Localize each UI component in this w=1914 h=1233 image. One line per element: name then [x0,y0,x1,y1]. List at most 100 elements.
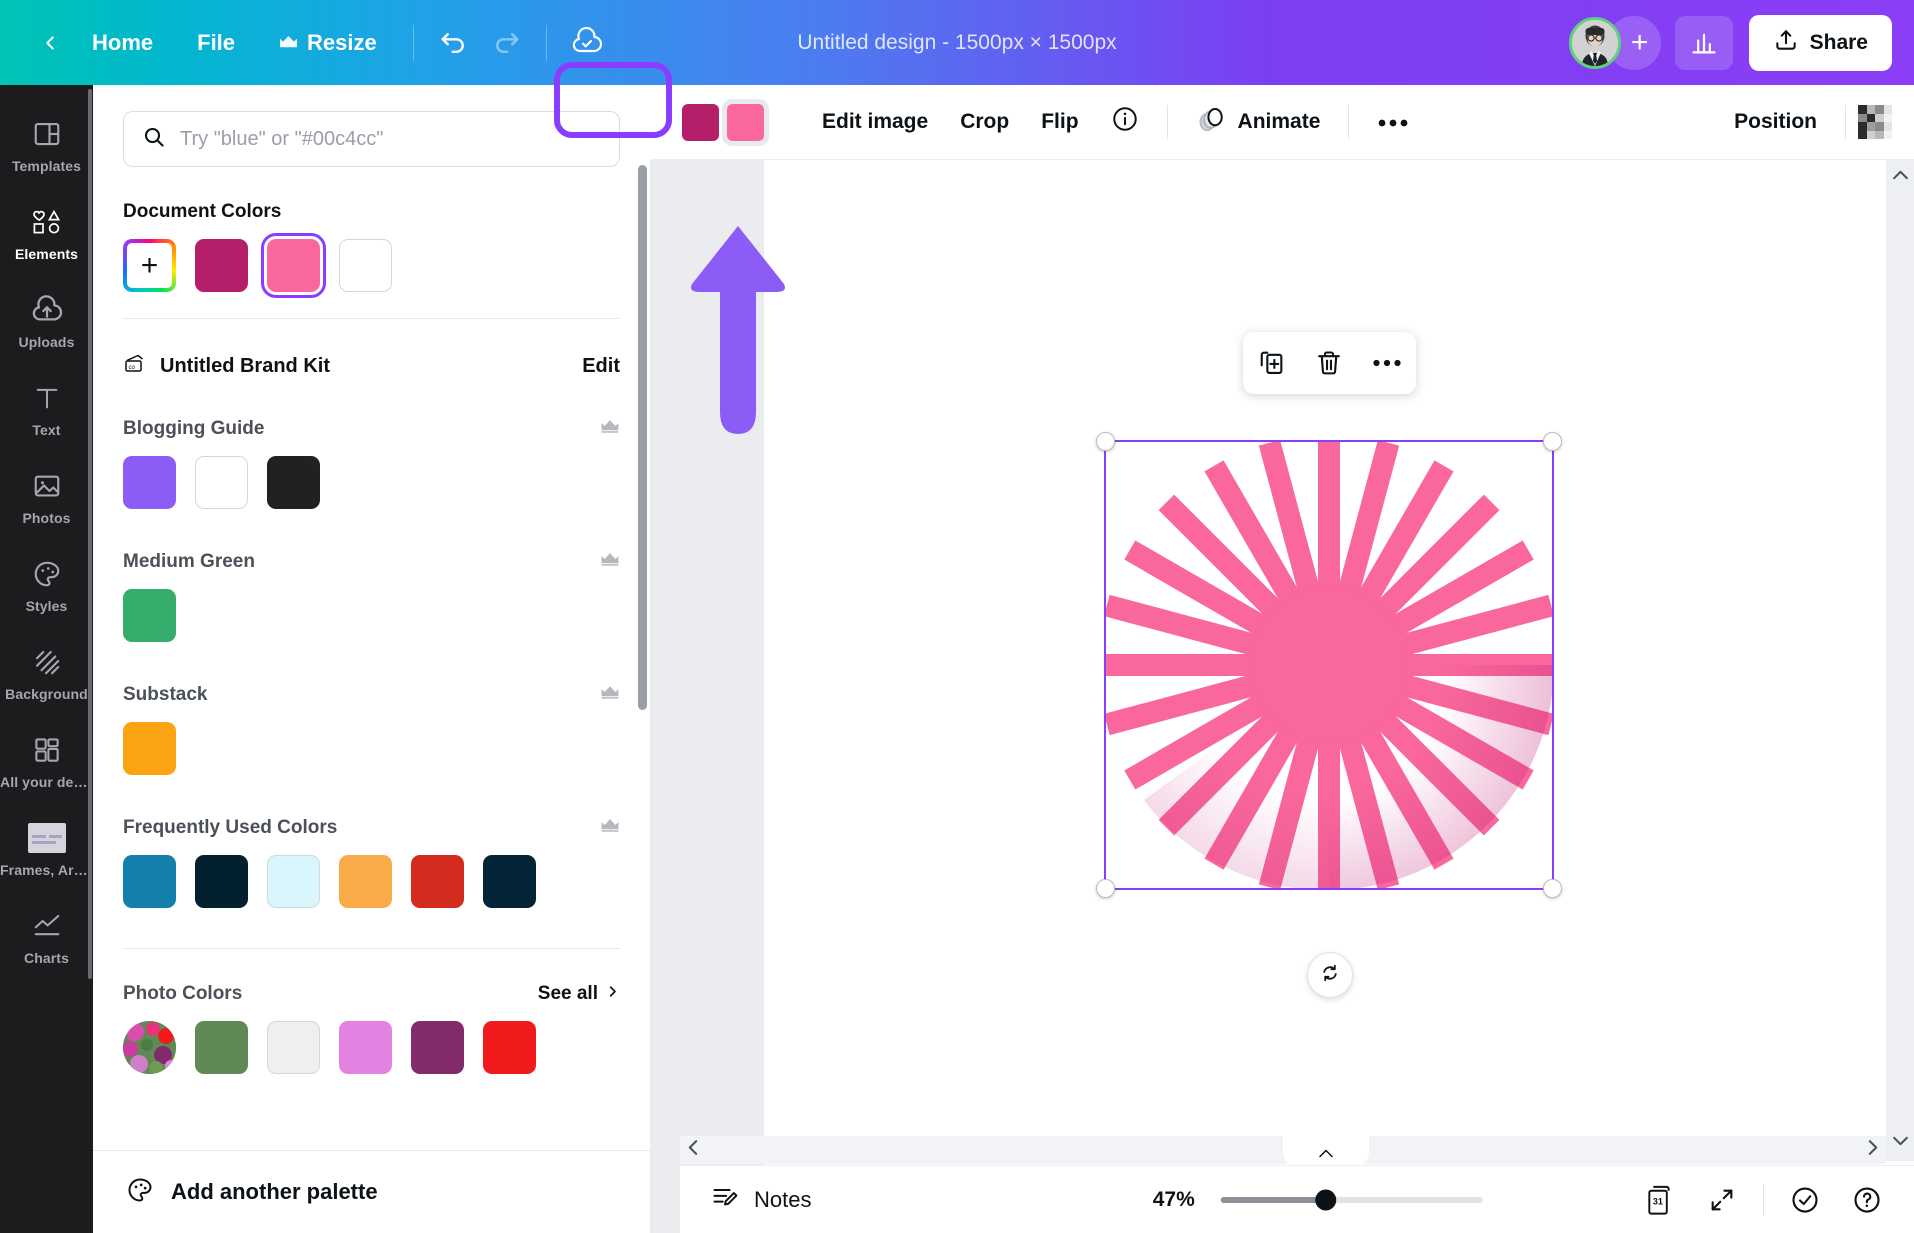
swatch-light-orange[interactable] [339,855,392,908]
top-bar-left-group: Home File Resize [0,17,613,69]
resize-label: Resize [307,30,377,56]
checkerboard-icon[interactable] [1858,105,1892,139]
redo-button[interactable] [480,17,532,69]
add-another-palette-button[interactable]: Add another palette [93,1150,650,1233]
photo-colors-swatches [123,1021,620,1074]
undo-button[interactable] [428,17,480,69]
collapse-panel-button[interactable] [1283,1136,1369,1166]
swatch-plum[interactable] [411,1021,464,1074]
edit-image-button[interactable]: Edit image [806,100,944,144]
colors-panel: Document Colors + co [93,85,650,1233]
rail-scrollbar[interactable] [88,89,92,979]
search-box[interactable] [123,111,620,167]
sidebar-item-all-your-designs[interactable]: All your desi… [0,717,93,805]
resize-handle-top-right[interactable] [1543,432,1562,451]
color-swatch-pink[interactable] [727,104,764,141]
plus-icon: + [1631,26,1649,60]
palette-label: Blogging Guide [123,418,264,440]
frames-thumbnail-icon [28,821,66,855]
file-menu[interactable]: File [175,20,257,66]
crown-icon [600,418,620,440]
design-title: Untitled design - 1500px × 1500px [797,31,1116,55]
upload-icon [1773,27,1799,59]
rotate-handle[interactable] [1307,952,1353,998]
zoom-slider[interactable] [1221,1197,1483,1203]
search-input[interactable] [180,128,601,151]
chevron-up-icon [1317,1146,1335,1164]
zoom-slider-knob[interactable] [1315,1189,1336,1210]
avatar[interactable] [1569,17,1621,69]
swatch-off-white[interactable] [267,1021,320,1074]
animate-button[interactable]: Animate [1180,94,1337,150]
swatch-dark-navy[interactable] [195,855,248,908]
sidebar-item-uploads[interactable]: Uploads [0,277,93,365]
resize-handle-bottom-right[interactable] [1543,879,1562,898]
home-label: Home [92,30,153,56]
panel-scrollbar[interactable] [638,165,647,710]
sidebar-item-charts[interactable]: Charts [0,893,93,981]
swatch-magenta[interactable] [195,239,248,292]
swatch-orange[interactable] [123,722,176,775]
swatch-purple[interactable] [123,456,176,509]
add-color-swatch[interactable]: + [123,239,176,292]
scroll-up-icon[interactable] [1891,168,1910,187]
share-label: Share [1810,31,1868,55]
see-all-button[interactable]: See all [538,983,620,1005]
cloud-check-icon[interactable] [561,17,613,69]
position-button[interactable]: Position [1718,100,1833,144]
help-circle-icon[interactable] [1846,1179,1888,1221]
swatch-pale-cyan[interactable] [267,855,320,908]
scroll-left-icon[interactable] [686,1138,700,1162]
swatch-bright-red[interactable] [483,1021,536,1074]
section-label: Document Colors [123,201,281,223]
pages-31-icon[interactable]: 31 [1639,1179,1681,1221]
photo-thumbnail[interactable] [123,1021,176,1074]
sidebar-item-photos[interactable]: Photos [0,453,93,541]
sidebar-item-text[interactable]: Text [0,365,93,453]
trash-icon[interactable] [1306,340,1352,386]
swatch-white[interactable] [339,239,392,292]
flip-button[interactable]: Flip [1025,100,1094,144]
sidebar-item-elements[interactable]: Elements [0,189,93,277]
home-menu[interactable]: Home [70,20,175,66]
sidebar-item-frames-arrows[interactable]: Frames, Arro… [0,805,93,893]
swatch-moss-green[interactable] [195,1021,248,1074]
swatch-red[interactable] [411,855,464,908]
more-horizontal-icon[interactable] [1364,340,1410,386]
swatch-green[interactable] [123,589,176,642]
sidebar-item-styles[interactable]: Styles [0,541,93,629]
canvas-vertical-scrollbar[interactable] [1886,160,1914,1161]
swatch-white[interactable] [195,456,248,509]
scroll-down-icon[interactable] [1891,1134,1910,1153]
sidebar-item-background[interactable]: Background [0,629,93,717]
swatch-pink-selected[interactable] [267,239,320,292]
resize-button[interactable]: Resize [257,20,399,66]
sidebar-item-templates[interactable]: Templates [0,101,93,189]
swatch-teal-blue[interactable] [123,855,176,908]
scroll-right-icon[interactable] [1866,1138,1880,1162]
crop-button[interactable]: Crop [944,100,1025,144]
info-button[interactable] [1095,95,1155,149]
swatch-navy[interactable] [483,855,536,908]
share-button[interactable]: Share [1749,15,1892,71]
notes-button[interactable]: Notes [710,1183,811,1217]
selection-box[interactable] [1104,440,1554,890]
stats-button[interactable] [1675,16,1733,70]
svg-text:31: 31 [1653,1196,1663,1206]
check-circle-icon[interactable] [1784,1179,1826,1221]
duplicate-icon[interactable] [1249,340,1295,386]
more-options-button[interactable] [1361,100,1425,144]
expand-icon[interactable] [1701,1179,1743,1221]
resize-handle-bottom-left[interactable] [1096,879,1115,898]
document-colors-swatches: + [123,239,620,292]
brand-kit-edit-button[interactable]: Edit [582,355,620,378]
toolbar-divider-2 [546,25,547,61]
swatch-orchid[interactable] [339,1021,392,1074]
color-swatch-magenta[interactable] [682,104,719,141]
panel-scroll-area: Document Colors + co [93,85,650,1150]
sidebar-label: Templates [12,158,81,174]
swatch-near-black[interactable] [267,456,320,509]
back-button[interactable] [30,23,70,63]
palette-icon [125,1176,155,1209]
resize-handle-top-left[interactable] [1096,432,1115,451]
